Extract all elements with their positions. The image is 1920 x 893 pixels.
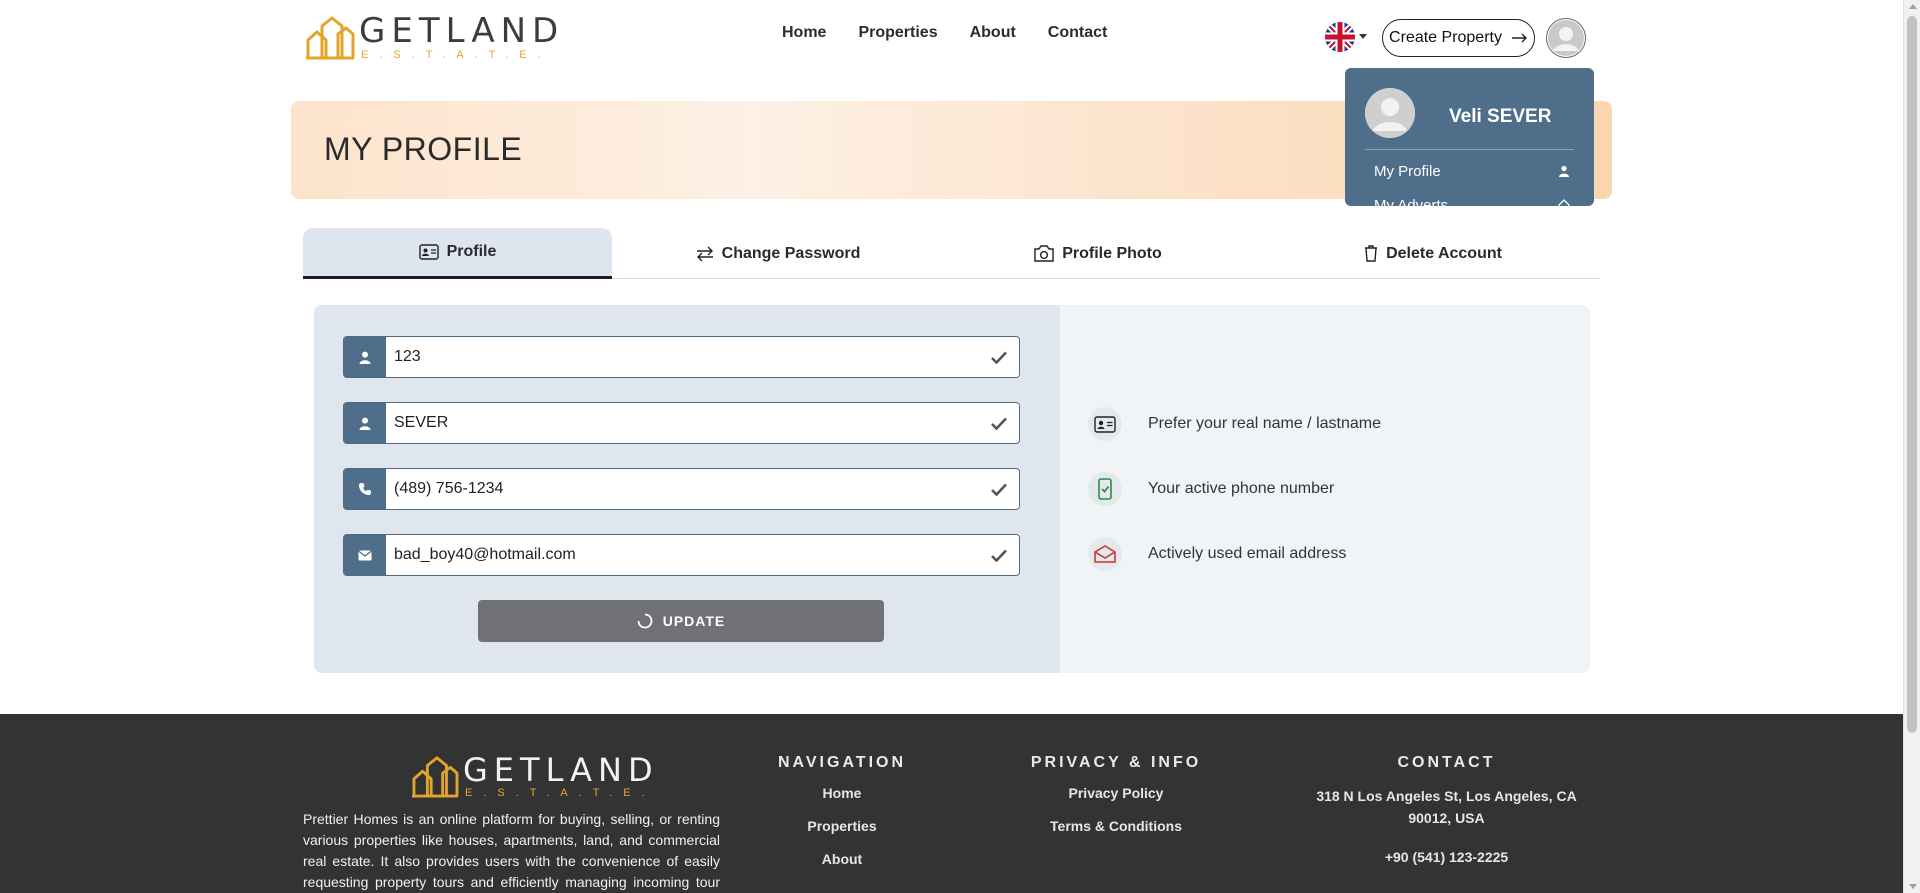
brand-name: GETLAND [359, 11, 565, 51]
spinner-icon [637, 613, 653, 629]
hint-text: Your active phone number [1148, 480, 1335, 497]
footer-contact-title: CONTACT [1397, 754, 1496, 771]
create-property-button[interactable]: Create Property [1382, 19, 1535, 57]
phone-check-icon [1088, 472, 1122, 506]
footer-navigation: NAVIGATION Home Properties About [742, 754, 942, 884]
hint-name: Prefer your real name / lastname [1088, 407, 1381, 441]
phone-field: (489) 756-1234 [343, 468, 1020, 510]
nav-properties[interactable]: Properties [858, 24, 937, 42]
camera-icon [1034, 245, 1054, 262]
user-avatar-icon[interactable] [1546, 18, 1586, 58]
footer-link-about[interactable]: About [742, 851, 942, 867]
user-icon [1559, 165, 1569, 177]
create-property-label: Create Property [1389, 29, 1502, 46]
page-title: MY PROFILE [324, 131, 523, 167]
hint-text: Actively used email address [1148, 545, 1347, 562]
home-icon [1558, 199, 1570, 206]
site-footer: GETLAND E.S.T.A.T.E. Prettier Homes is a… [0, 714, 1903, 893]
menu-item-label: My Profile [1374, 162, 1441, 180]
footer-brand-name: GETLAND [463, 751, 659, 789]
hint-phone: Your active phone number [1088, 472, 1334, 506]
footer-link-privacy-policy[interactable]: Privacy Policy [1016, 785, 1216, 801]
envelope-open-icon [1088, 537, 1122, 571]
check-icon [979, 403, 1019, 443]
last-name-field: SEVER [343, 402, 1020, 444]
uk-flag-icon[interactable] [1325, 22, 1355, 52]
tab-profile-photo[interactable]: Profile Photo [943, 228, 1253, 279]
nav-contact[interactable]: Contact [1048, 24, 1108, 42]
menu-item-my-adverts[interactable]: My Adverts [1374, 195, 1570, 206]
footer-link-home[interactable]: Home [742, 785, 942, 801]
tab-label: Profile [446, 243, 497, 260]
update-button[interactable]: UPDATE [478, 600, 884, 642]
divider [1365, 149, 1574, 150]
check-icon [979, 469, 1019, 509]
footer-privacy: PRIVACY & INFO Privacy Policy Terms & Co… [1016, 754, 1216, 851]
menu-item-label: My Adverts [1374, 196, 1449, 207]
brand-tagline: E.S.T.A.T.E. [361, 49, 552, 61]
footer-contact: CONTACT 318 N Los Angeles St, Los Angele… [1300, 754, 1593, 885]
tab-label: Delete Account [1386, 244, 1502, 262]
envelope-icon [344, 535, 386, 575]
email-input[interactable]: bad_boy40@hotmail.com [386, 535, 979, 575]
tab-change-password[interactable]: Change Password [623, 228, 933, 279]
footer-address: 318 N Los Angeles St, Los Angeles, CA 90… [1316, 788, 1577, 826]
first-name-input[interactable]: 123 [386, 337, 979, 377]
hint-text: Prefer your real name / lastname [1148, 415, 1381, 432]
menu-item-my-profile[interactable]: My Profile [1374, 161, 1570, 181]
email-field: bad_boy40@hotmail.com [343, 534, 1020, 576]
footer-privacy-title: PRIVACY & INFO [1030, 754, 1202, 771]
footer-link-properties[interactable]: Properties [742, 818, 942, 834]
buildings-logo-icon [306, 16, 355, 60]
user-icon [344, 337, 386, 377]
id-card-icon [1088, 407, 1122, 441]
last-name-input[interactable]: SEVER [386, 403, 979, 443]
arrow-right-icon [1511, 33, 1527, 43]
profile-tabs: Profile Change Password Profile Photo De… [303, 228, 1600, 279]
swap-icon [696, 246, 713, 261]
scroll-up-icon[interactable] [1909, 4, 1917, 9]
profile-dropdown: Veli SEVER My Profile My Adverts [1345, 68, 1594, 206]
avatar [1365, 88, 1415, 138]
site-header: GETLAND E.S.T.A.T.E. Home Properties Abo… [0, 0, 1903, 75]
footer-logo[interactable]: GETLAND E.S.T.A.T.E. [411, 754, 659, 799]
phone-icon [344, 469, 386, 509]
tab-profile[interactable]: Profile [303, 228, 612, 279]
hint-email: Actively used email address [1088, 537, 1346, 571]
user-icon [344, 403, 386, 443]
scroll-down-icon[interactable] [1909, 884, 1917, 889]
chevron-down-icon[interactable] [1359, 34, 1367, 39]
page-scrollbar[interactable] [1903, 0, 1920, 893]
id-card-icon [418, 244, 439, 260]
footer-brand-tagline: E.S.T.A.T.E. [465, 787, 656, 799]
nav-about[interactable]: About [970, 24, 1016, 42]
phone-input[interactable]: (489) 756-1234 [386, 469, 979, 509]
footer-nav-title: NAVIGATION [777, 754, 907, 771]
check-icon [979, 535, 1019, 575]
tab-label: Profile Photo [1062, 244, 1162, 262]
footer-description: Prettier Homes is an online platform for… [303, 811, 720, 890]
update-label: UPDATE [662, 613, 726, 629]
first-name-field: 123 [343, 336, 1020, 378]
tab-label: Change Password [721, 244, 861, 262]
tab-delete-account[interactable]: Delete Account [1278, 228, 1588, 279]
trash-icon [1365, 245, 1378, 262]
brand-logo[interactable]: GETLAND E.S.T.A.T.E. [305, 14, 564, 61]
main-nav: Home Properties About Contact [782, 24, 1107, 42]
footer-link-terms[interactable]: Terms & Conditions [1016, 818, 1216, 834]
scroll-thumb[interactable] [1907, 16, 1917, 733]
buildings-logo-icon [412, 756, 459, 798]
nav-home[interactable]: Home [782, 24, 826, 42]
profile-user-name: Veli SEVER [1449, 106, 1552, 127]
footer-phone[interactable]: +90 (541) 123-2225 [1300, 846, 1593, 868]
check-icon [979, 337, 1019, 377]
